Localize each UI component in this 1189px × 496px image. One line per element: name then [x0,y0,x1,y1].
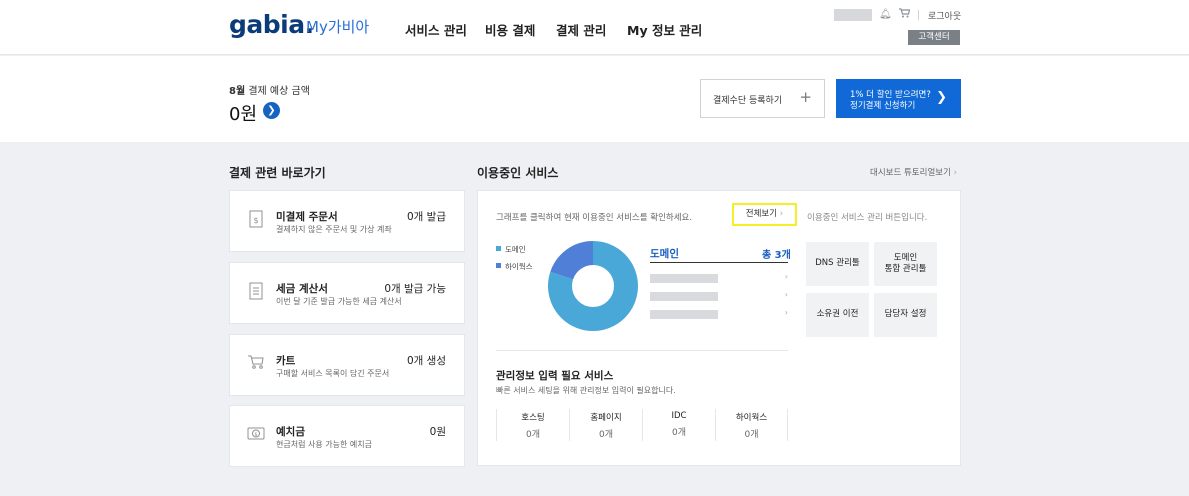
services-title: 이용중인 서비스 [477,166,559,180]
svg-text:$: $ [254,432,257,438]
expected-amount-label: 8월 결제 예상 금액 [229,82,310,97]
card-count: 0개 발급 [407,211,446,223]
required-value: 0개 [744,430,759,440]
legend-label: 하이웍스 [505,262,533,271]
graph-hint: 그래프를 클릭하여 현재 이용중인 서비스를 확인하세요. [496,213,693,223]
plus-icon: + [799,88,812,106]
chevron-right-icon: › [779,209,784,219]
redacted-domain [650,310,718,319]
card-count: 0원 [429,426,446,438]
ownership-transfer-button[interactable]: 소유권 이전 [806,293,869,337]
card-cart[interactable]: 카트 0개 생성 구매할 서비스 목록이 담긴 주문서 [229,334,465,396]
dashboard-tutorial-link[interactable]: 대시보드 튜토리얼보기 › [870,166,957,178]
contact-setting-button[interactable]: 담당자 설정 [874,293,937,337]
nav-service-manage[interactable]: 서비스 관리 [405,20,467,39]
card-subtitle: 이번 달 기준 발급 가능한 세금 계산서 [276,297,402,306]
required-label: IDC [671,411,687,421]
card-unpaid-orders[interactable]: $ 미결제 주문서 0개 발급 결제하지 않은 주문서 및 가상 계좌 [229,190,465,252]
card-subtitle: 구매할 서비스 목록이 담긴 주문서 [276,369,390,378]
expected-amount: 0원 [229,104,258,125]
legend-hiworks: 하이웍스 [496,261,533,272]
username-placeholder [834,9,872,21]
required-hiworks[interactable]: 하이웍스 0개 [715,409,788,441]
required-idc[interactable]: IDC 0개 [642,409,715,441]
domain-divider [650,262,788,263]
legend-domain: 도메인 [496,244,526,255]
card-count: 0개 발급 가능 [384,283,446,295]
domain-title: 도메인 [650,248,679,260]
section-divider [496,350,788,351]
required-label: 홈페이지 [590,413,622,423]
header-divider [918,10,919,20]
view-all-label: 전체보기 [745,209,778,219]
chevron-right-icon: › [784,290,788,299]
domain-manager-button[interactable]: 도메인 통합 관리툴 [874,242,937,286]
nav-payment-manage[interactable]: 결제 관리 [556,20,606,39]
cart-icon[interactable] [899,8,911,21]
cart-icon [246,354,266,376]
card-subtitle: 결제하지 않은 주문서 및 가상 계좌 [276,225,392,234]
legend-swatch [496,263,501,268]
required-value: 0개 [525,430,540,440]
services-panel: 그래프를 클릭하여 현재 이용중인 서비스를 확인하세요. 전체보기 › 이용중… [477,190,961,466]
customer-center-button[interactable]: 고객센터 [908,30,960,45]
subscribe-auto-payment-button[interactable]: 1% 더 할인 받으려면? 정기결제 신청하기 ❯ [836,79,961,118]
receipt-icon [246,282,266,304]
payment-summary: 8월 결제 예상 금액 0원 ❯ 결제수단 등록하기 + 1% 더 할인 받으려… [0,56,1189,142]
my-gabia-brand[interactable]: My가비아 [306,16,369,37]
chevron-right-icon[interactable]: ❯ [263,102,280,119]
redacted-domain [650,274,718,283]
required-info-title: 관리정보 입력 필요 서비스 [496,370,614,382]
legend-swatch [496,246,501,251]
invoice-icon: $ [246,210,266,232]
expected-amount-text: 결제 예상 금액 [245,86,310,97]
required-homepage[interactable]: 홈페이지 0개 [569,409,642,441]
required-value: 0개 [598,430,613,440]
required-value: 0개 [671,428,686,438]
wallet-icon: $ [246,425,266,447]
card-title: 미결제 주문서 [276,211,338,223]
register-payment-method-button[interactable]: 결제수단 등록하기 + [700,79,825,118]
chevron-right-icon: › [784,308,788,317]
card-title: 세금 계산서 [276,283,328,295]
domain-list-item[interactable]: › [650,308,788,320]
dns-manager-button[interactable]: DNS 관리툴 [806,242,869,286]
required-hosting[interactable]: 호스팅 0개 [496,409,569,441]
card-deposit[interactable]: $ 예치금 0원 현금처럼 사용 가능한 예치금 [229,405,465,467]
card-title: 예치금 [276,426,305,438]
legend-label: 도메인 [505,245,526,254]
month-label: 8월 [229,86,246,97]
top-header: gabia. My가비아 서비스 관리 비용 결제 결제 관리 My 정보 관리… [0,0,1189,55]
svg-text:$: $ [253,216,258,225]
card-subtitle: 현금처럼 사용 가능한 예치금 [276,440,372,449]
view-all-button[interactable]: 전체보기 › [732,203,797,226]
card-tax-invoice[interactable]: 세금 계산서 0개 발급 가능 이번 달 기준 발급 가능한 세금 계산서 [229,262,465,324]
chevron-right-icon: › [953,168,958,178]
domain-total: 총 3개 [762,250,791,261]
nav-cost-payment[interactable]: 비용 결제 [485,20,535,39]
required-info-subtitle: 빠른 서비스 세팅을 위해 관리정보 입력이 필요합니다. [496,386,676,395]
required-label: 하이웍스 [735,413,768,423]
shortcuts-title: 결제 관련 바로가기 [229,166,326,180]
domain-list-item[interactable]: › [650,272,788,284]
chevron-right-icon: ❯ [936,90,947,105]
service-donut-chart[interactable] [548,241,638,331]
required-label: 호스팅 [521,413,545,423]
redacted-domain [650,292,718,301]
gabia-logo[interactable]: gabia. [229,10,314,39]
register-payment-label: 결제수단 등록하기 [713,96,783,106]
nav-my-info[interactable]: My 정보 관리 [627,20,702,39]
card-count: 0개 생성 [407,355,446,367]
domain-list-item[interactable]: › [650,290,788,302]
logout-link[interactable]: 로그아웃 [928,9,961,22]
bell-icon[interactable]: 🔔︎ [879,9,892,20]
chevron-right-icon: › [784,272,788,281]
manage-hint: 이용중인 서비스 관리 버튼입니다. [807,213,928,223]
discount-line2: 정기결제 신청하기 [850,101,916,111]
tutorial-label: 대시보드 튜토리얼보기 [870,168,951,178]
card-title: 카트 [276,355,296,367]
